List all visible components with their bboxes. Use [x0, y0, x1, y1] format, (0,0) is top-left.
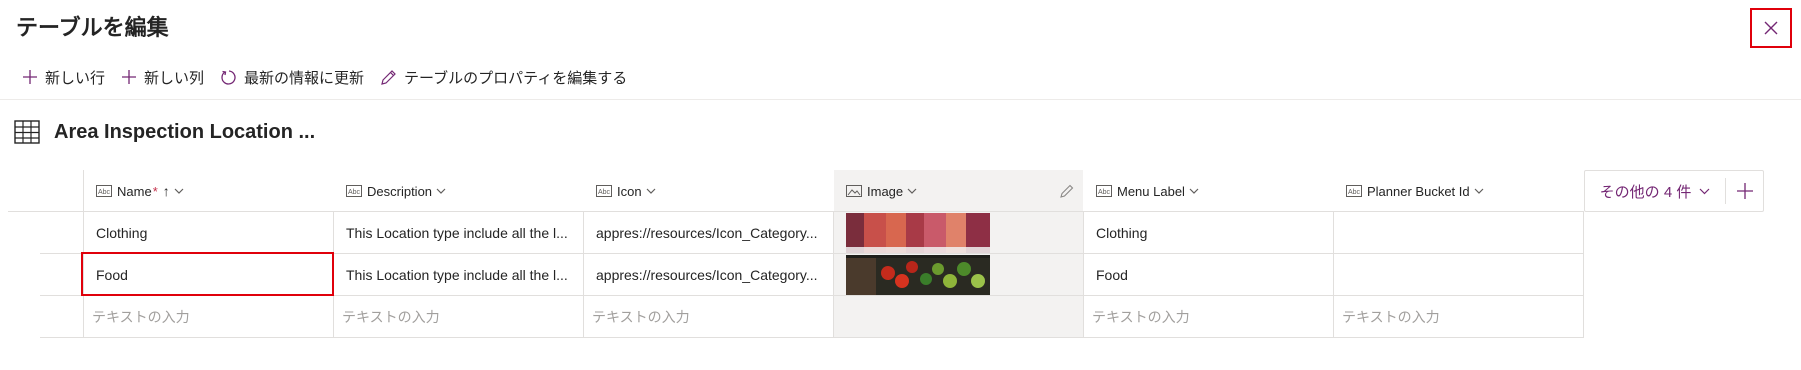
new-row-label: 新しい行 [45, 69, 106, 87]
svg-text:Abc: Abc [98, 189, 111, 196]
image-type-icon [846, 185, 862, 197]
cell-menu-label[interactable]: Clothing [1084, 212, 1333, 254]
more-columns-label: その他の 4 件 [1599, 183, 1692, 201]
column-header-description[interactable]: Abc Description [334, 170, 584, 212]
cell-planner-bucket-id[interactable] [1334, 254, 1583, 296]
column-label: Description [367, 183, 433, 199]
dialog-title: テーブルを編集 [16, 15, 169, 40]
cell-image[interactable] [846, 255, 990, 295]
table-name: Area Inspection Location ... [54, 120, 316, 143]
pencil-icon [381, 69, 396, 85]
refresh-button[interactable]: 最新の情報に更新 [220, 67, 364, 88]
sort-ascending-icon: ↑ [162, 183, 170, 199]
plus-icon [122, 70, 137, 84]
column-label: Icon [617, 183, 642, 199]
text-type-icon: Abc [1096, 185, 1112, 197]
text-type-icon: Abc [1346, 185, 1362, 197]
svg-text:Abc: Abc [1348, 189, 1361, 196]
edit-table-properties-label: テーブルのプロパティを編集する [404, 69, 628, 87]
text-type-icon: Abc [596, 185, 612, 197]
cell-description[interactable]: This Location type include all the l... [334, 254, 583, 296]
column-label: Name [117, 183, 152, 199]
chevron-down-icon [1474, 188, 1484, 194]
cell-description[interactable]: This Location type include all the l... [334, 212, 583, 254]
svg-text:Abc: Abc [348, 189, 361, 196]
column-label: Image [867, 183, 904, 199]
new-row-button[interactable]: 新しい行 [22, 67, 105, 88]
column-header-image[interactable]: Image [834, 170, 1084, 212]
table-header: Area Inspection Location ... [14, 120, 315, 144]
edit-column-icon[interactable] [1060, 184, 1074, 198]
new-row-planner-bucket-id-input[interactable]: テキストの入力 [1334, 296, 1583, 338]
edit-table-properties-button[interactable]: テーブルのプロパティを編集する [380, 67, 627, 88]
column-header-name[interactable]: Abc Name * ↑ [84, 170, 334, 212]
cell-image[interactable] [846, 213, 990, 253]
chevron-down-icon [1699, 188, 1710, 194]
cell-name[interactable]: Clothing [84, 212, 333, 254]
add-column-button[interactable] [1726, 171, 1763, 211]
column-label: Planner Bucket Id [1367, 183, 1470, 199]
chevron-down-icon [646, 188, 656, 194]
column-divider [833, 212, 834, 337]
new-row-icon-input[interactable]: テキストの入力 [584, 296, 833, 338]
cell-menu-label[interactable]: Food [1084, 254, 1333, 296]
new-row-menu-label-input[interactable]: テキストの入力 [1084, 296, 1333, 338]
food-photo [846, 255, 990, 295]
column-label: Menu Label [1117, 183, 1185, 199]
cell-icon[interactable]: appres://resources/Icon_Category... [584, 212, 833, 254]
new-row-description-input[interactable]: テキストの入力 [334, 296, 583, 338]
column-header-planner-bucket-id[interactable]: Abc Planner Bucket Id [1334, 170, 1584, 212]
close-button[interactable] [1750, 8, 1792, 48]
chevron-down-icon [174, 188, 184, 194]
svg-text:Abc: Abc [598, 189, 611, 196]
cell-planner-bucket-id[interactable] [1334, 212, 1583, 254]
plus-icon [23, 70, 37, 84]
cell-icon[interactable]: appres://resources/Icon_Category... [584, 254, 833, 296]
required-marker: * [152, 183, 158, 199]
toolbar-divider [0, 99, 1801, 100]
chevron-down-icon [436, 188, 446, 194]
more-columns-button[interactable]: その他の 4 件 [1585, 171, 1725, 211]
column-header-icon[interactable]: Abc Icon [584, 170, 834, 212]
column-divider [1583, 212, 1584, 337]
more-columns-group: その他の 4 件 [1584, 170, 1764, 212]
refresh-icon [221, 69, 236, 85]
svg-text:Abc: Abc [1098, 189, 1111, 196]
plus-icon [1736, 183, 1753, 199]
edit-table-dialog: テーブルを編集 新しい行 新しい列 最新の情報に更新 テーブルのプロパティを編集… [0, 0, 1801, 370]
new-row-name-input[interactable]: テキストの入力 [84, 296, 333, 338]
new-column-label: 新しい列 [144, 69, 205, 87]
new-column-button[interactable]: 新しい列 [121, 67, 204, 88]
chevron-down-icon [907, 188, 917, 194]
close-icon [1764, 21, 1778, 35]
column-header-menu-label[interactable]: Abc Menu Label [1084, 170, 1334, 212]
clothing-photo [846, 213, 990, 253]
refresh-label: 最新の情報に更新 [244, 69, 365, 87]
command-bar: 新しい行 新しい列 最新の情報に更新 テーブルのプロパティを編集する [22, 64, 643, 90]
selected-cell-highlight [81, 252, 334, 296]
text-type-icon: Abc [96, 185, 112, 197]
text-type-icon: Abc [346, 185, 362, 197]
chevron-down-icon [1189, 188, 1199, 194]
table-icon [14, 120, 40, 144]
